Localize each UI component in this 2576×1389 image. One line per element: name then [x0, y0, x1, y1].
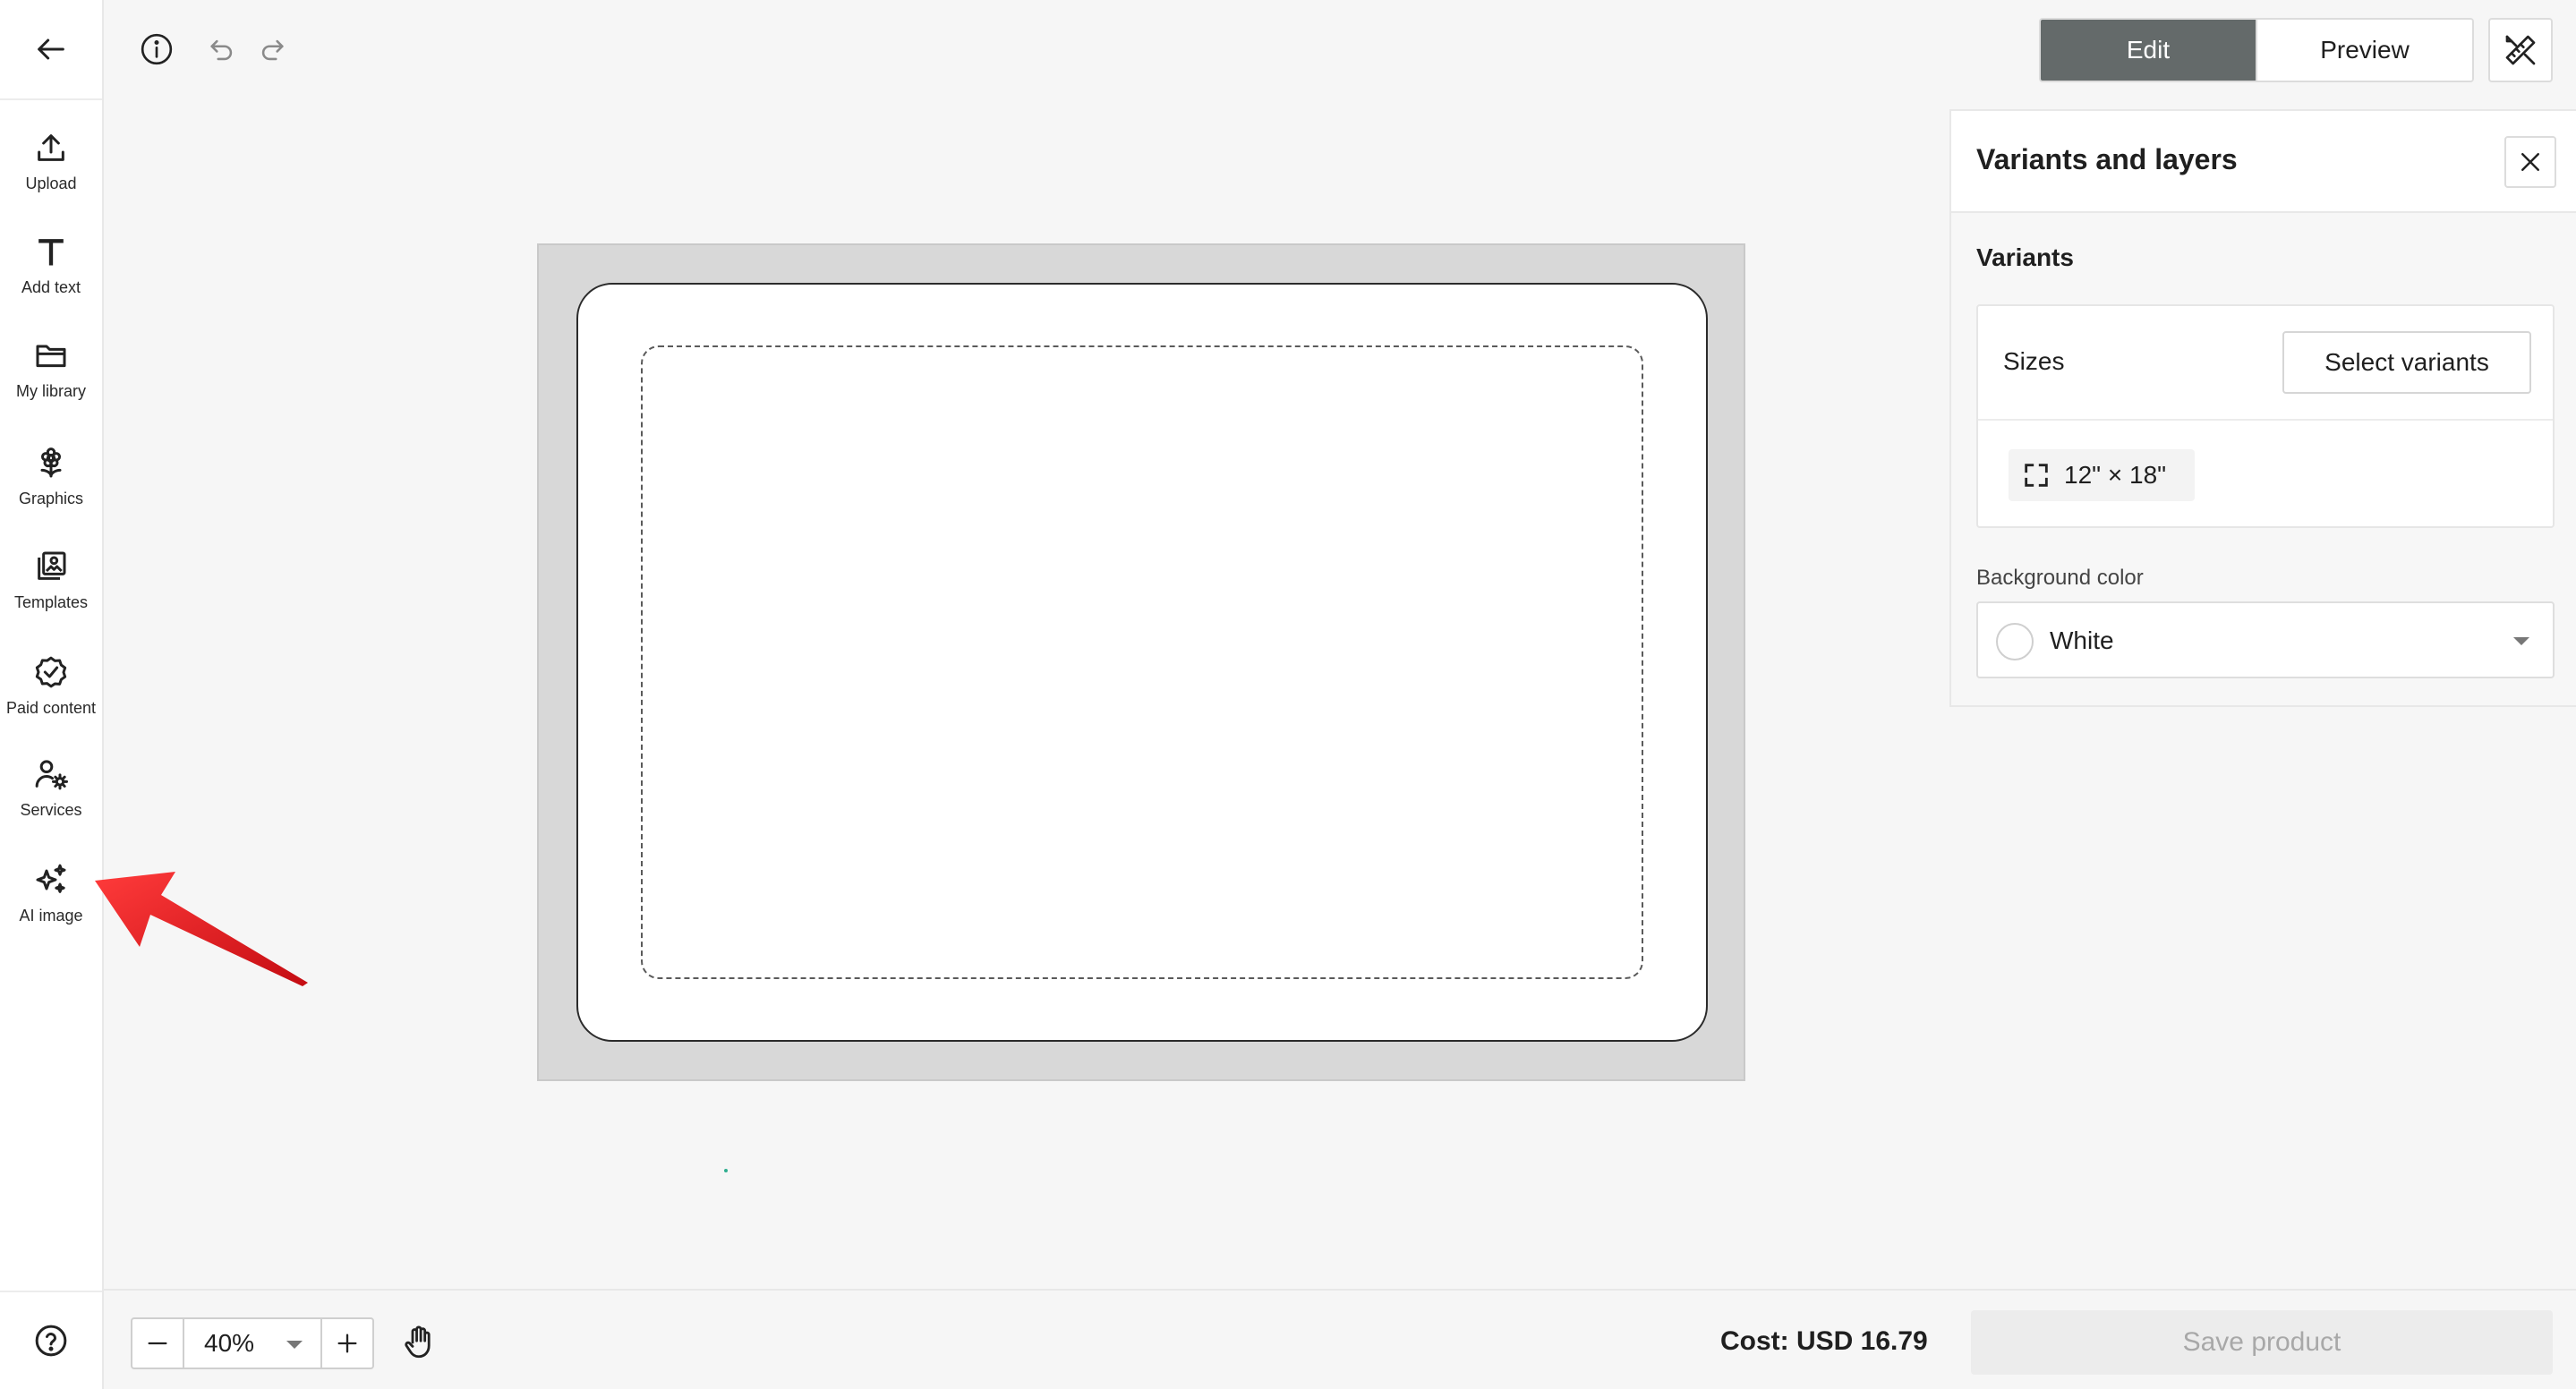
- folder-icon: [36, 345, 66, 367]
- product-editor: Upload Add text My library Graphics Temp…: [0, 0, 2576, 1389]
- sidebar-item-label: Paid content: [5, 698, 97, 717]
- variants-panel: Variants and layers Variants Sizes Selec…: [1949, 109, 2576, 707]
- tool-sidebar: Upload Add text My library Graphics Temp…: [0, 0, 104, 1389]
- sidebar-item-label: Graphics: [18, 489, 84, 507]
- zoom-select[interactable]: 40%: [183, 1319, 322, 1368]
- undo-button[interactable]: [202, 30, 242, 70]
- redo-icon: [261, 39, 284, 61]
- panel-header: Variants and layers: [1951, 111, 2576, 213]
- sizes-row: Sizes Select variants: [1978, 306, 2553, 421]
- background-color-select[interactable]: White: [1976, 601, 2555, 678]
- sidebar-item-label: Services: [20, 800, 82, 819]
- sidebar-item-upload[interactable]: Upload: [0, 113, 102, 209]
- save-product-button[interactable]: Save product: [1971, 1310, 2553, 1375]
- variants-card: Sizes Select variants 12" × 18": [1976, 304, 2555, 528]
- annotation-arrow: [95, 872, 308, 986]
- sidebar-item-label: Upload: [25, 174, 77, 192]
- edit-tab[interactable]: Edit: [2041, 20, 2256, 81]
- plus-icon: [337, 1334, 357, 1353]
- sidebar-item-add-text[interactable]: Add text: [0, 217, 102, 313]
- bottom-bar: 40% Cost: USD 16.79 Save product: [104, 1289, 2576, 1389]
- sidebar-item-label: Add text: [21, 277, 81, 296]
- sidebar-item-label: Templates: [13, 592, 89, 611]
- info-button[interactable]: [134, 27, 179, 72]
- sidebar-item-paid-content[interactable]: Paid content: [0, 637, 102, 734]
- variants-heading: Variants: [1976, 243, 2074, 271]
- chevron-down-icon: [2513, 637, 2529, 645]
- safe-area-guide: [641, 345, 1643, 979]
- hand-icon: [405, 1325, 431, 1359]
- pan-tool-button[interactable]: [392, 1314, 446, 1371]
- info-icon: [141, 33, 173, 65]
- sidebar-item-my-library[interactable]: My library: [0, 320, 102, 417]
- size-chip[interactable]: 12" × 18": [2009, 449, 2195, 501]
- mode-switch: Edit Preview: [2039, 18, 2474, 82]
- sidebar-item-label: AI image: [19, 906, 83, 925]
- background-color-label: Background color: [1976, 566, 2144, 590]
- panel-title: Variants and layers: [1976, 143, 2238, 175]
- canvas-dot: [724, 1169, 728, 1172]
- redo-button[interactable]: [252, 30, 292, 70]
- artboard[interactable]: [537, 243, 1745, 1081]
- text-icon: [38, 238, 64, 265]
- close-panel-button[interactable]: [2504, 136, 2556, 188]
- minus-icon: [148, 1342, 167, 1345]
- user-gear-icon: [35, 759, 68, 789]
- zoom-control: 40%: [131, 1317, 374, 1369]
- zoom-value: 40%: [204, 1329, 255, 1357]
- undo-icon: [210, 39, 233, 61]
- background-color-value: White: [2050, 626, 2114, 654]
- cost-label: Cost: USD 16.79: [1720, 1326, 1928, 1356]
- chevron-down-icon: [286, 1341, 303, 1349]
- select-variants-button[interactable]: Select variants: [2282, 331, 2531, 394]
- arrow-left-icon: [38, 38, 64, 60]
- sparkles-icon: [36, 864, 66, 893]
- badge-check-icon: [35, 656, 67, 687]
- sidebar-item-label: My library: [15, 381, 86, 400]
- zoom-out-button[interactable]: [132, 1319, 183, 1368]
- templates-icon: [38, 551, 66, 580]
- preview-tab[interactable]: Preview: [2256, 20, 2472, 81]
- flower-icon: [40, 447, 62, 477]
- print-area[interactable]: [576, 283, 1708, 1042]
- sidebar-item-graphics[interactable]: Graphics: [0, 428, 102, 524]
- sidebar-item-templates[interactable]: Templates: [0, 532, 102, 628]
- expand-icon: [2025, 464, 2048, 487]
- sizes-label: Sizes: [2003, 347, 2065, 375]
- close-icon: [2521, 153, 2539, 171]
- upload-icon: [38, 133, 64, 161]
- help-button[interactable]: [0, 1291, 102, 1389]
- sidebar-item-services[interactable]: Services: [0, 739, 102, 836]
- design-tools-button[interactable]: [2488, 18, 2553, 82]
- back-button[interactable]: [0, 0, 102, 100]
- size-value: 12" × 18": [2064, 461, 2167, 489]
- ruler-pencil-icon: [2505, 35, 2536, 65]
- zoom-in-button[interactable]: [322, 1319, 372, 1368]
- help-icon: [35, 1325, 67, 1357]
- color-swatch: [1996, 623, 2034, 660]
